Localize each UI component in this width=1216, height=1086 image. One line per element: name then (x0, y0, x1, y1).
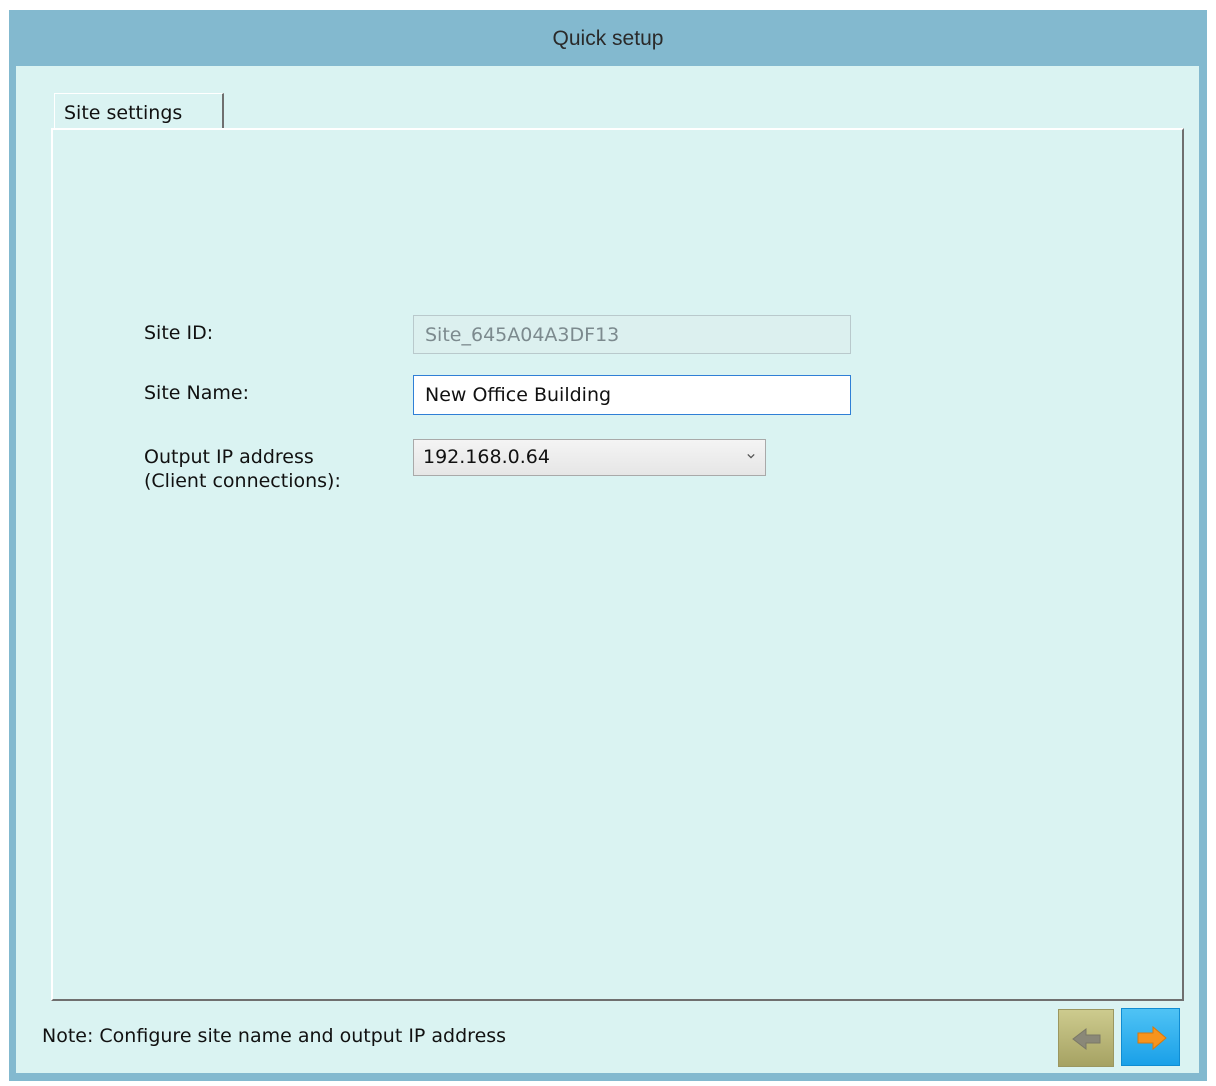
site-id-label: Site ID: (144, 322, 214, 344)
window-client-area: Site settings Site ID: Site Name: Output… (16, 66, 1199, 1073)
arrow-right-icon (1137, 1025, 1167, 1051)
site-name-field[interactable] (413, 375, 851, 415)
tab-site-settings-label: Site settings (64, 102, 183, 124)
chevron-down-icon (747, 453, 755, 459)
back-button[interactable] (1058, 1009, 1114, 1067)
quick-setup-window: Quick setup Site settings Site ID: Site … (9, 10, 1207, 1081)
output-ip-selected-value: 192.168.0.64 (423, 446, 550, 468)
site-settings-panel: Site ID: Site Name: Output IP address (C… (51, 128, 1184, 1001)
output-ip-label-line1: Output IP address (144, 446, 314, 468)
tab-site-settings[interactable]: Site settings (54, 93, 224, 128)
footer-note: Note: Configure site name and output IP … (42, 1025, 507, 1047)
output-ip-label-line2: (Client connections): (144, 470, 341, 492)
output-ip-label: Output IP address (Client connections): (144, 445, 341, 493)
site-name-label: Site Name: (144, 382, 249, 404)
arrow-left-icon (1072, 1027, 1101, 1051)
next-button[interactable] (1121, 1008, 1180, 1066)
site-id-field[interactable] (413, 315, 851, 354)
output-ip-select[interactable]: 192.168.0.64 (413, 439, 766, 476)
window-title: Quick setup (552, 27, 664, 50)
